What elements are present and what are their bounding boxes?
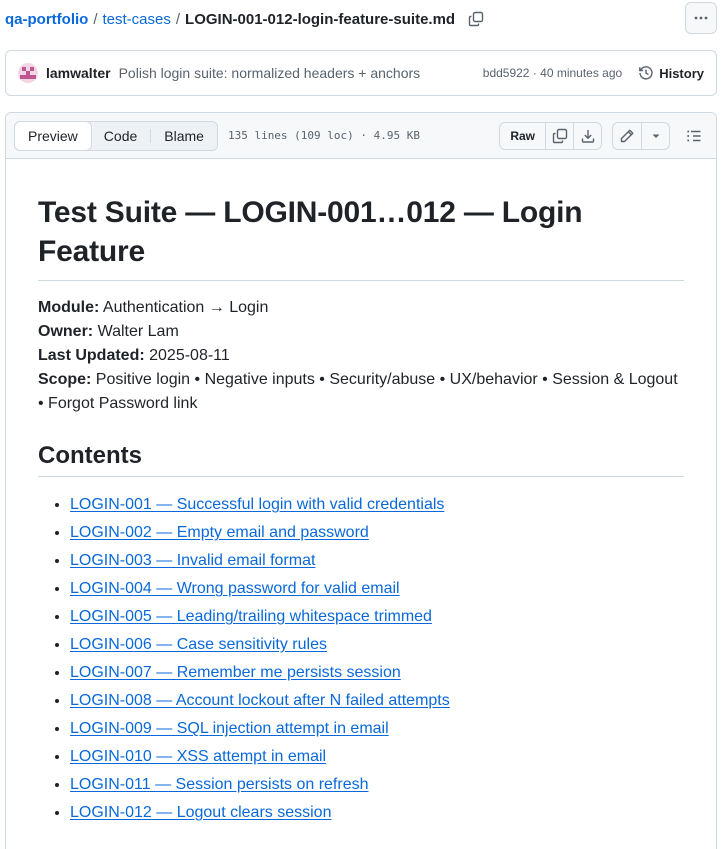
edit-options-dropdown[interactable]	[641, 122, 669, 149]
breadcrumb-repo-link[interactable]: qa-portfolio	[5, 11, 88, 28]
chevron-down-icon	[652, 134, 659, 138]
list-item: LOGIN-006 — Case sensitivity rules	[70, 633, 684, 657]
list-item: LOGIN-010 — XSS attempt in email	[70, 745, 684, 769]
list-item: LOGIN-004 — Wrong password for valid ema…	[70, 577, 684, 601]
toc-link-login-012[interactable]: LOGIN-012 — Logout clears session	[70, 804, 331, 821]
breadcrumb-file-name: LOGIN-001-012-login-feature-suite.md	[185, 10, 456, 28]
toc-link-login-005[interactable]: LOGIN-005 — Leading/trailing whitespace …	[70, 608, 432, 625]
commit-meta[interactable]: bdd5922 · 40 minutes ago	[483, 66, 622, 80]
breadcrumb-separator: /	[93, 10, 98, 28]
commit-message[interactable]: Polish login suite: normalized headers +…	[119, 65, 421, 81]
contents-list: LOGIN-001 — Successful login with valid …	[38, 493, 684, 825]
toc-link-login-011[interactable]: LOGIN-011 — Session persists on refresh	[70, 776, 369, 793]
list-item: LOGIN-003 — Invalid email format	[70, 549, 684, 573]
list-item: LOGIN-005 — Leading/trailing whitespace …	[70, 605, 684, 629]
contents-heading: Contents	[38, 442, 684, 477]
history-icon	[639, 66, 653, 80]
commit-author[interactable]: lamwalter	[46, 65, 111, 81]
edit-actions-group	[612, 121, 670, 150]
copy-raw-button[interactable]	[545, 122, 573, 149]
document-metadata: Module: Authentication → Login Owner: Wa…	[38, 296, 684, 416]
tab-preview[interactable]: Preview	[14, 120, 92, 151]
copy-icon	[468, 11, 484, 27]
raw-button[interactable]: Raw	[500, 123, 545, 149]
toc-link-login-001[interactable]: LOGIN-001 — Successful login with valid …	[70, 496, 444, 513]
toc-link-login-007[interactable]: LOGIN-007 — Remember me persists session	[70, 664, 401, 681]
tab-blame[interactable]: Blame	[151, 122, 217, 150]
copy-path-button[interactable]	[467, 10, 485, 28]
meta-last-updated: Last Updated: 2025-08-11	[38, 347, 230, 364]
kebab-icon	[694, 16, 708, 20]
toc-link-login-004[interactable]: LOGIN-004 — Wrong password for valid ema…	[70, 580, 400, 597]
breadcrumb: qa-portfolio / test-cases / LOGIN-001-01…	[5, 8, 485, 30]
edit-file-button[interactable]	[613, 123, 641, 149]
history-label: History	[659, 65, 704, 81]
list-item: LOGIN-009 — SQL injection attempt in ema…	[70, 717, 684, 741]
list-item: LOGIN-008 — Account lockout after N fail…	[70, 689, 684, 713]
view-mode-switch: Preview Code Blame	[14, 120, 218, 151]
markdown-body: Test Suite — LOGIN-001…012 — Login Featu…	[6, 193, 716, 825]
breadcrumb-folder-link[interactable]: test-cases	[103, 11, 171, 28]
list-outline-icon	[687, 130, 701, 141]
list-item: LOGIN-002 — Empty email and password	[70, 521, 684, 545]
list-item: LOGIN-007 — Remember me persists session	[70, 661, 684, 685]
toc-link-login-003[interactable]: LOGIN-003 — Invalid email format	[70, 552, 315, 569]
history-button[interactable]: History	[638, 65, 704, 81]
toc-link-login-010[interactable]: LOGIN-010 — XSS attempt in email	[70, 748, 326, 765]
download-button[interactable]	[573, 122, 601, 149]
list-item: LOGIN-011 — Session persists on refresh	[70, 773, 684, 797]
document-title: Test Suite — LOGIN-001…012 — Login Featu…	[38, 193, 684, 281]
latest-commit-bar: lamwalter Polish login suite: normalized…	[5, 50, 717, 96]
toc-link-login-008[interactable]: LOGIN-008 — Account lockout after N fail…	[70, 692, 450, 709]
meta-owner: Owner: Walter Lam	[38, 323, 179, 340]
tab-code[interactable]: Code	[91, 122, 150, 150]
download-icon	[581, 129, 594, 143]
file-info: 135 lines (109 loc) · 4.95 KB	[227, 129, 421, 142]
pencil-icon	[620, 129, 634, 142]
toc-link-login-006[interactable]: LOGIN-006 — Case sensitivity rules	[70, 636, 327, 653]
raw-actions-group: Raw	[499, 121, 602, 150]
outline-button[interactable]	[680, 122, 708, 150]
toc-link-login-009[interactable]: LOGIN-009 — SQL injection attempt in ema…	[70, 720, 389, 737]
list-item: LOGIN-001 — Successful login with valid …	[70, 493, 684, 517]
breadcrumb-separator: /	[175, 10, 181, 28]
copy-icon	[552, 128, 567, 143]
meta-scope: Scope: Positive login • Negative inputs …	[38, 371, 678, 412]
meta-module: Module: Authentication → Login	[38, 299, 269, 316]
avatar[interactable]	[18, 63, 38, 83]
list-item: LOGIN-012 — Logout clears session	[70, 801, 684, 825]
toc-link-login-002[interactable]: LOGIN-002 — Empty email and password	[70, 524, 369, 541]
file-viewer: Preview Code Blame 135 lines (109 loc) ·…	[5, 112, 717, 849]
more-options-button[interactable]	[685, 2, 717, 34]
file-toolbar: Preview Code Blame 135 lines (109 loc) ·…	[6, 113, 716, 159]
